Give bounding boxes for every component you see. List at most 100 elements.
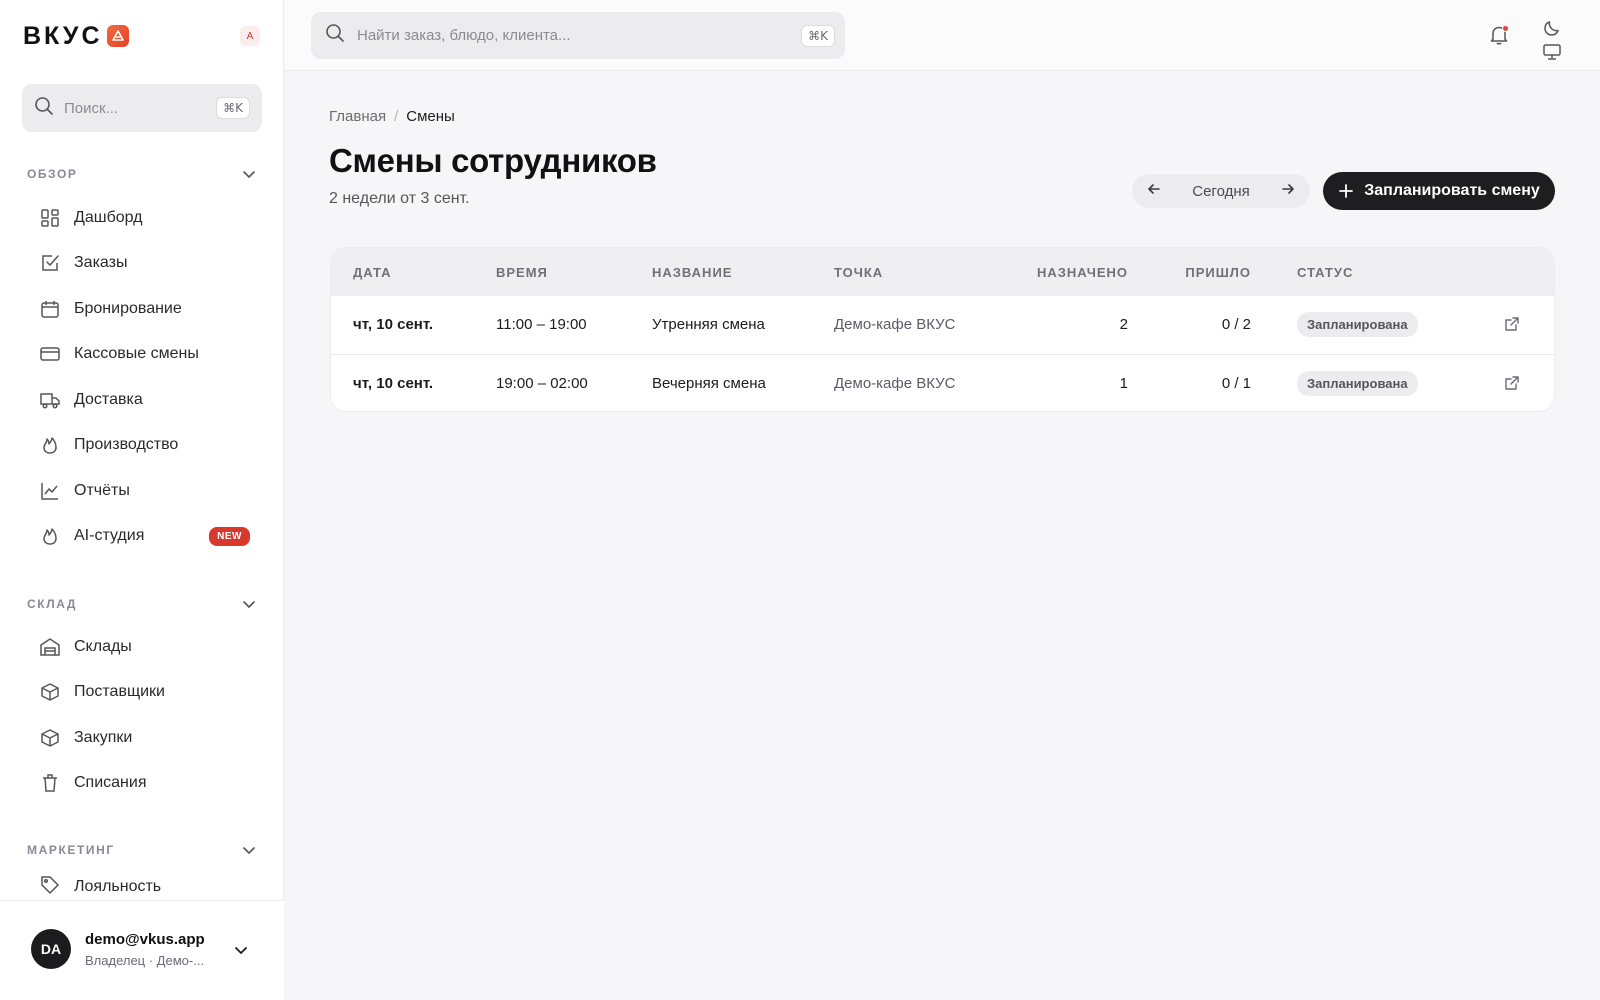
workspace-avatar[interactable]: A bbox=[240, 26, 260, 46]
flame-icon bbox=[40, 526, 60, 546]
sidebar-item-label: AI-студия bbox=[74, 527, 145, 544]
sidebar-item-reports[interactable]: Отчёты bbox=[40, 473, 250, 509]
chart-icon bbox=[40, 481, 60, 501]
shift-date: чт, 10 сент. bbox=[353, 375, 434, 392]
sidebar-item-label: Бронирование bbox=[74, 300, 182, 317]
user-role: Владелец · Демо-... bbox=[85, 953, 205, 968]
table-row[interactable]: чт, 10 сент. 19:00 – 02:00 Вечерняя смен… bbox=[331, 354, 1554, 411]
sidebar-item-label: Закупки bbox=[74, 729, 133, 746]
global-search[interactable]: Найти заказ, блюдо, клиента... ⌘K bbox=[311, 12, 845, 59]
column-header-date[interactable]: ДАТА bbox=[353, 265, 392, 280]
breadcrumb: Главная / Смены bbox=[329, 108, 455, 125]
sidebar-item-writeoffs[interactable]: Списания bbox=[40, 765, 250, 801]
brand-logo[interactable]: ВКУС bbox=[23, 22, 129, 50]
avatar: DA bbox=[31, 929, 71, 969]
moon-icon bbox=[1544, 21, 1559, 36]
schedule-shift-button[interactable]: Запланировать смену bbox=[1323, 172, 1555, 210]
next-period-button[interactable] bbox=[1280, 181, 1296, 202]
external-link-icon bbox=[1505, 376, 1519, 390]
shift-name: Утренняя смена bbox=[652, 316, 765, 333]
global-search-input[interactable]: Найти заказ, блюдо, клиента... bbox=[357, 27, 789, 44]
sidebar-item-suppliers[interactable]: Поставщики bbox=[40, 674, 250, 710]
page-title: Смены сотрудников bbox=[329, 142, 657, 179]
flame-icon bbox=[40, 435, 60, 455]
sidebar-item-production[interactable]: Производство bbox=[40, 427, 250, 463]
sidebar-item-purchases[interactable]: Закупки bbox=[40, 720, 250, 756]
section-marketing[interactable]: МАРКЕТИНГ bbox=[27, 842, 257, 858]
notifications-button[interactable] bbox=[1488, 24, 1510, 51]
section-label: СКЛАД bbox=[27, 597, 78, 611]
sidebar-item-cash-shifts[interactable]: Кассовые смены bbox=[40, 336, 250, 372]
box-icon bbox=[40, 682, 60, 702]
plus-icon bbox=[1339, 184, 1354, 198]
notification-dot bbox=[1502, 25, 1509, 32]
sidebar-item-label: Заказы bbox=[74, 254, 128, 271]
shift-time: 11:00 – 19:00 bbox=[496, 316, 587, 333]
shift-name: Вечерняя смена bbox=[652, 375, 766, 392]
status-badge: Запланирована bbox=[1297, 371, 1418, 396]
shift-date: чт, 10 сент. bbox=[353, 316, 434, 333]
section-label: МАРКЕТИНГ bbox=[27, 843, 115, 857]
new-badge: NEW bbox=[209, 526, 250, 546]
sidebar-item-label: Склады bbox=[74, 638, 132, 655]
sidebar-item-loyalty[interactable]: Лояльность bbox=[40, 875, 250, 900]
warehouse-icon bbox=[40, 637, 60, 657]
column-header-assigned[interactable]: НАЗНАЧЕНО bbox=[1037, 265, 1128, 280]
today-button[interactable]: Сегодня bbox=[1192, 183, 1250, 200]
column-header-name[interactable]: НАЗВАНИЕ bbox=[652, 265, 732, 280]
calendar-icon bbox=[40, 299, 60, 319]
sidebar-item-dashboard[interactable]: Дашборд bbox=[40, 200, 250, 236]
sidebar-item-delivery[interactable]: Доставка bbox=[40, 382, 250, 418]
shifts-table: ДАТА ВРЕМЯ НАЗВАНИЕ ТОЧКА НАЗНАЧЕНО ПРИШ… bbox=[330, 247, 1555, 412]
page-subtitle: 2 недели от 3 сент. bbox=[329, 190, 470, 207]
sidebar-search[interactable]: Поиск... ⌘K bbox=[22, 84, 262, 132]
column-header-location[interactable]: ТОЧКА bbox=[834, 265, 883, 280]
section-warehouse[interactable]: СКЛАД bbox=[27, 596, 257, 612]
search-icon bbox=[34, 96, 54, 121]
shortcut-hint: ⌘K bbox=[801, 24, 835, 47]
breadcrumb-separator: / bbox=[394, 108, 399, 125]
theme-system-button[interactable] bbox=[1542, 42, 1562, 67]
user-card[interactable]: DA demo@vkus.app Владелец · Демо-... bbox=[0, 900, 284, 1000]
truck-icon bbox=[40, 390, 60, 410]
sidebar-item-ai-studio[interactable]: AI-студия NEW bbox=[40, 518, 250, 554]
chevron-down-icon bbox=[243, 847, 255, 854]
breadcrumb-current: Смены bbox=[406, 108, 455, 125]
breadcrumb-home-link[interactable]: Главная bbox=[329, 108, 386, 125]
sidebar-item-label: Лояльность bbox=[74, 878, 162, 895]
column-header-time[interactable]: ВРЕМЯ bbox=[496, 265, 548, 280]
shift-arrived: 0 / 1 bbox=[1221, 375, 1251, 392]
sidebar-item-label: Производство bbox=[74, 436, 179, 453]
shift-location: Демо-кафе ВКУС bbox=[834, 316, 956, 333]
sidebar-item-label: Дашборд bbox=[74, 209, 143, 226]
open-shift-button[interactable] bbox=[1504, 375, 1520, 396]
brand-name: ВКУС bbox=[23, 22, 103, 50]
sidebar-item-label: Отчёты bbox=[74, 482, 130, 499]
chevron-down-icon bbox=[243, 171, 255, 178]
prev-period-button[interactable] bbox=[1146, 181, 1162, 202]
trash-icon bbox=[40, 773, 60, 793]
shortcut-hint: ⌘K bbox=[216, 97, 250, 119]
section-overview[interactable]: ОБЗОР bbox=[27, 166, 257, 182]
sidebar-item-label: Кассовые смены bbox=[74, 345, 199, 362]
checkbox-icon bbox=[40, 253, 60, 273]
sidebar-item-warehouses[interactable]: Склады bbox=[40, 629, 250, 665]
shift-assigned: 2 bbox=[1119, 316, 1128, 333]
sidebar-item-orders[interactable]: Заказы bbox=[40, 245, 250, 281]
search-icon bbox=[325, 23, 345, 48]
sidebar-search-input[interactable]: Поиск... bbox=[64, 100, 206, 117]
open-shift-button[interactable] bbox=[1504, 316, 1520, 337]
date-navigator: Сегодня bbox=[1132, 174, 1310, 208]
table-row[interactable]: чт, 10 сент. 11:00 – 19:00 Утренняя смен… bbox=[331, 295, 1554, 353]
box-icon bbox=[40, 728, 60, 748]
column-header-status[interactable]: СТАТУС bbox=[1297, 265, 1353, 280]
section-label: ОБЗОР bbox=[27, 167, 78, 181]
brand-mark-icon bbox=[106, 25, 129, 47]
table-header: ДАТА ВРЕМЯ НАЗВАНИЕ ТОЧКА НАЗНАЧЕНО ПРИШ… bbox=[331, 248, 1554, 295]
chevron-down-icon[interactable] bbox=[232, 941, 250, 959]
column-header-arrived[interactable]: ПРИШЛО bbox=[1185, 265, 1251, 280]
theme-dark-button[interactable] bbox=[1542, 18, 1562, 43]
shift-location: Демо-кафе ВКУС bbox=[834, 375, 956, 392]
shift-time: 19:00 – 02:00 bbox=[496, 375, 588, 392]
sidebar-item-booking[interactable]: Бронирование bbox=[40, 291, 250, 327]
